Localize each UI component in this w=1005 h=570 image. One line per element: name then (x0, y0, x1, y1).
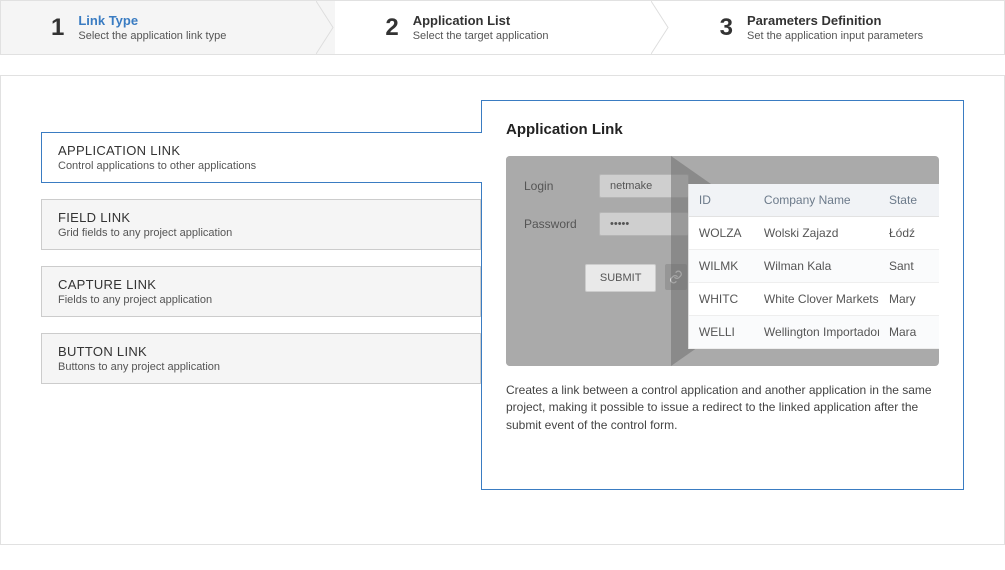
step-number: 1 (51, 14, 64, 42)
step-number: 3 (720, 14, 733, 42)
link-type-options: APPLICATION LINK Control applications to… (41, 100, 481, 400)
option-desc: Grid fields to any project application (58, 227, 464, 239)
wizard-step-application-list[interactable]: 2 Application List Select the target app… (335, 1, 669, 54)
option-capture-link[interactable]: CAPTURE LINK Fields to any project appli… (41, 266, 481, 317)
option-title: FIELD LINK (58, 210, 464, 225)
col-company: Company Name (754, 184, 879, 216)
option-title: APPLICATION LINK (58, 143, 466, 158)
step-desc: Select the target application (413, 30, 549, 42)
grid-header: ID Company Name State (689, 184, 939, 217)
option-desc: Fields to any project application (58, 294, 464, 306)
option-desc: Control applications to other applicatio… (58, 160, 466, 172)
col-id: ID (689, 184, 754, 216)
preview-image: Login netmake Password ••••• SUBMIT (506, 156, 939, 366)
wizard-steps: 1 Link Type Select the application link … (0, 0, 1005, 55)
detail-panel: Application Link Login netmake Password … (481, 100, 964, 490)
option-desc: Buttons to any project application (58, 361, 464, 373)
wizard-step-link-type[interactable]: 1 Link Type Select the application link … (1, 1, 335, 54)
table-row: WOLZA Wolski Zajazd Łódź (689, 217, 939, 250)
step-desc: Set the application input parameters (747, 30, 923, 42)
table-row: WELLI Wellington Importadora Mara (689, 316, 939, 349)
option-application-link[interactable]: APPLICATION LINK Control applications to… (41, 132, 482, 183)
option-button-link[interactable]: BUTTON LINK Buttons to any project appli… (41, 333, 481, 384)
table-row: WHITC White Clover Markets Mary (689, 283, 939, 316)
submit-button-preview: SUBMIT (585, 264, 657, 292)
option-field-link[interactable]: FIELD LINK Grid fields to any project ap… (41, 199, 481, 250)
step-title: Parameters Definition (747, 13, 923, 28)
step-title: Link Type (78, 13, 226, 28)
chevron-right-icon (651, 1, 671, 54)
col-state: State (879, 184, 939, 216)
detail-heading: Application Link (506, 121, 939, 138)
table-row: WILMK Wilman Kala Sant (689, 250, 939, 283)
wizard-step-parameters-definition[interactable]: 3 Parameters Definition Set the applicat… (670, 1, 1004, 54)
option-title: BUTTON LINK (58, 344, 464, 359)
step-desc: Select the application link type (78, 30, 226, 42)
chevron-right-icon (316, 1, 336, 54)
main-panel: APPLICATION LINK Control applications to… (0, 75, 1005, 545)
preview-grid: ID Company Name State WOLZA Wolski Zajaz… (688, 184, 939, 349)
step-title: Application List (413, 13, 549, 28)
step-number: 2 (385, 14, 398, 42)
detail-description: Creates a link between a control applica… (506, 382, 939, 434)
option-title: CAPTURE LINK (58, 277, 464, 292)
password-label: Password (524, 217, 599, 231)
login-label: Login (524, 179, 599, 193)
